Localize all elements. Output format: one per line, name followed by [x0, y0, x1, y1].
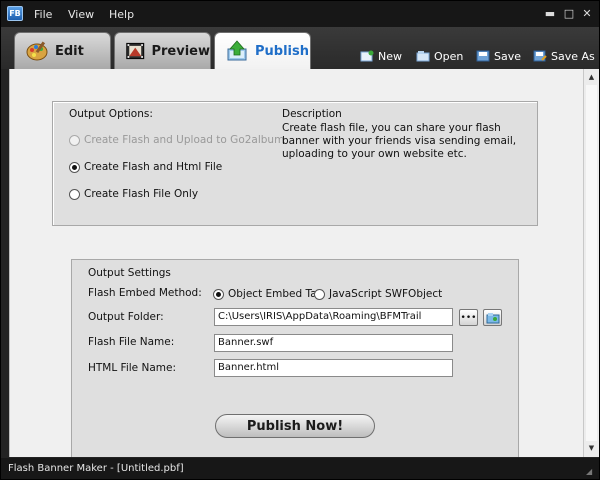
save-button-label: Save — [494, 49, 522, 63]
tab-edit-label: Edit — [55, 43, 84, 59]
output-options-group: Output Options: Description Create Flash… — [52, 101, 538, 226]
menu-view[interactable]: View — [68, 8, 94, 21]
save-button[interactable]: Save — [476, 48, 521, 64]
publish-now-label: Publish Now! — [246, 418, 344, 434]
new-file-icon — [360, 50, 374, 62]
description-title: Description — [282, 108, 342, 120]
flash-name-input[interactable]: Banner.swf — [214, 334, 453, 352]
publish-arrow-icon — [227, 40, 247, 61]
publish-now-button[interactable]: Publish Now! — [215, 414, 375, 438]
open-folder-button[interactable] — [483, 309, 502, 326]
embed-object-label[interactable]: Object Embed Tag — [228, 288, 323, 300]
save-as-button[interactable]: Save As — [533, 48, 595, 64]
output-settings-title: Output Settings — [88, 267, 171, 279]
html-name-label: HTML File Name: — [88, 362, 176, 374]
embed-swfobject-option[interactable]: JavaScript SWFObject — [314, 288, 442, 300]
film-icon — [126, 42, 145, 60]
tab-preview[interactable]: Preview — [114, 32, 211, 69]
html-name-input[interactable]: Banner.html — [214, 359, 453, 377]
minimize-icon[interactable]: ▬ — [543, 7, 557, 21]
scroll-up-icon[interactable]: ▲ — [584, 70, 599, 84]
option-upload-go2album: Create Flash and Upload to Go2album — [69, 134, 284, 146]
radio-flash-only[interactable] — [69, 188, 80, 200]
vertical-scrollbar[interactable]: ▲ ▼ — [583, 69, 599, 457]
radio-upload-go2album — [69, 134, 80, 146]
save-as-icon — [533, 50, 547, 62]
open-folder-icon — [416, 51, 430, 62]
status-bar: Flash Banner Maker - [Untitled.pbf] ◢ — [1, 458, 599, 479]
menu-file[interactable]: File — [34, 8, 52, 21]
resize-grip-icon[interactable]: ◢ — [586, 467, 596, 477]
output-options-title: Output Options: — [69, 108, 153, 120]
open-button[interactable]: Open — [416, 48, 463, 64]
option-upload-go2album-label: Create Flash and Upload to Go2album — [84, 134, 285, 146]
close-icon[interactable]: ✕ — [580, 7, 594, 21]
description-text: Create flash file, you can share your fl… — [282, 122, 517, 160]
save-icon — [476, 50, 490, 62]
option-flash-only-label[interactable]: Create Flash File Only — [84, 188, 198, 200]
flash-name-label: Flash File Name: — [88, 336, 175, 348]
app-window: FB File View Help ▬ □ ✕ Edit Preview Pub… — [0, 0, 600, 480]
new-button[interactable]: New — [360, 48, 402, 64]
option-flash-html-label[interactable]: Create Flash and Html File — [84, 161, 222, 173]
radio-flash-html[interactable] — [69, 161, 80, 173]
menu-help[interactable]: Help — [109, 8, 134, 21]
status-text: Flash Banner Maker - [Untitled.pbf] — [8, 463, 184, 474]
scroll-track[interactable] — [586, 85, 597, 441]
embed-swfobject-label[interactable]: JavaScript SWFObject — [329, 288, 442, 300]
scroll-down-icon[interactable]: ▼ — [584, 441, 599, 455]
menu-bar: FB File View Help ▬ □ ✕ — [1, 1, 599, 27]
tab-publish-label: Publish — [255, 43, 309, 59]
option-flash-html[interactable]: Create Flash and Html File — [69, 161, 222, 173]
open-button-label: Open — [434, 49, 464, 63]
embed-object-option[interactable]: Object Embed Tag — [213, 288, 323, 300]
maximize-icon[interactable]: □ — [562, 7, 576, 21]
option-flash-only[interactable]: Create Flash File Only — [69, 188, 198, 200]
tab-preview-label: Preview — [151, 43, 210, 59]
output-folder-input[interactable]: C:\Users\IRIS\AppData\Roaming\BFMTrail — [214, 308, 453, 326]
palette-icon — [26, 41, 48, 61]
tab-publish[interactable]: Publish — [214, 32, 311, 69]
output-folder-label: Output Folder: — [88, 311, 164, 323]
radio-embed-swfobject[interactable] — [314, 288, 325, 300]
browse-button[interactable]: ••• — [459, 309, 478, 326]
embed-method-label: Flash Embed Method: — [88, 287, 202, 299]
app-logo-icon: FB — [7, 6, 23, 21]
ellipsis-icon: ••• — [460, 312, 477, 323]
save-as-button-label: Save As — [551, 49, 595, 63]
new-button-label: New — [378, 49, 402, 63]
radio-embed-object[interactable] — [213, 288, 224, 300]
folder-icon — [486, 312, 499, 323]
tab-edit[interactable]: Edit — [14, 32, 111, 69]
